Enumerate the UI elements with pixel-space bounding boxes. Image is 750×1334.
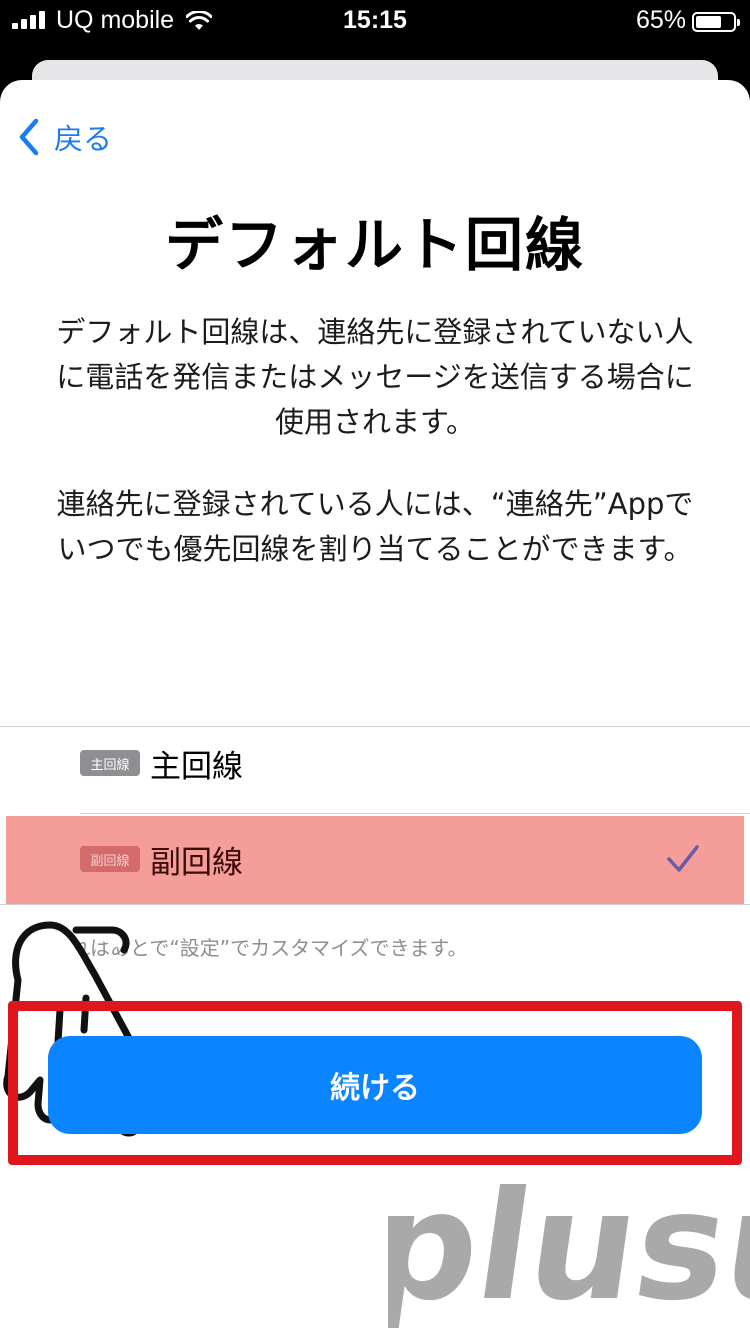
line-badge: 主回線 <box>80 750 140 776</box>
line-option-primary[interactable]: 主回線 主回線 <box>0 720 750 806</box>
page-title: デフォルト回線 <box>164 211 585 279</box>
description-text: デフォルト回線は、連絡先に登録されていない人に電話を発信またはメッセージを送信す… <box>56 315 694 439</box>
description-text-secondary: 連絡先に登録されている人には、“連絡先”Appでいつでも優先回線を割り当てること… <box>56 487 694 566</box>
line-option-label: 副回線 <box>150 844 243 881</box>
battery-icon <box>692 12 740 32</box>
back-button-label: 戻る <box>54 122 113 156</box>
continue-button[interactable]: 続ける <box>48 1036 702 1134</box>
list-divider <box>80 813 750 814</box>
line-badge: 副回線 <box>80 846 140 872</box>
battery-percentage: 65% <box>635 6 686 34</box>
default-line-sheet: 戻る デフォルト回線 デフォルト回線は、連絡先に登録されていない人に電話を発信ま… <box>0 80 750 1334</box>
footnote-text: これはあとで“設定”でカスタマイズできます。 <box>50 936 468 960</box>
status-bar: UQ mobile 15:15 65% <box>0 0 750 42</box>
line-option-secondary[interactable]: 副回線 副回線 <box>0 816 750 902</box>
line-option-label: 主回線 <box>150 748 243 785</box>
list-divider <box>0 904 750 905</box>
chevron-left-icon <box>19 118 39 156</box>
checkmark-icon <box>667 845 699 872</box>
back-button[interactable]: 戻る <box>16 116 112 158</box>
